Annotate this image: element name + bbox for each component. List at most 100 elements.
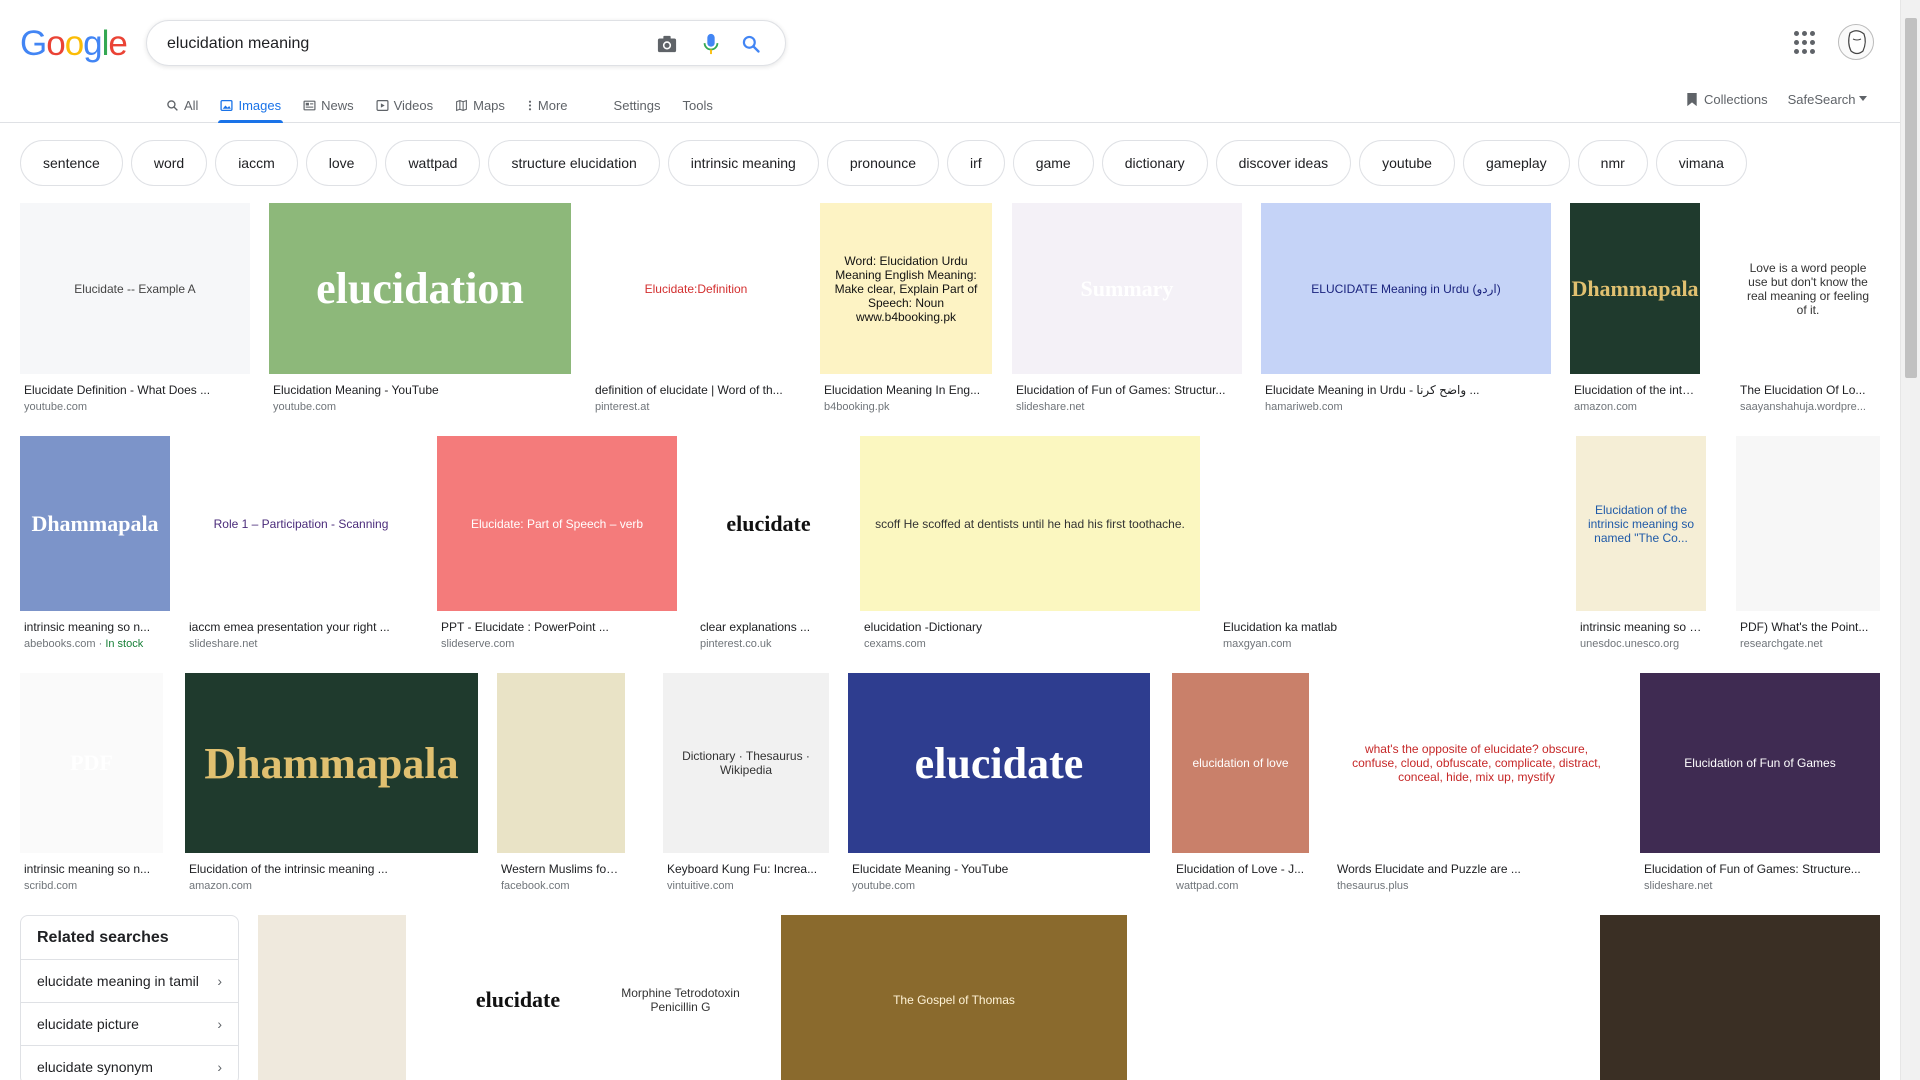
image-result[interactable]: elucidation of love Elucidation of Love -…	[1172, 673, 1309, 893]
result-thumbnail[interactable]: Dhammapala	[1570, 203, 1700, 374]
image-result[interactable]: elucidation Elucidation Meaning - YouTube…	[269, 203, 571, 414]
result-thumbnail[interactable]: Elucidate -- Example A	[20, 203, 250, 374]
result-title[interactable]: clear explanations ...	[700, 620, 837, 634]
result-thumbnail[interactable]: Dhammapala	[185, 673, 478, 853]
refinement-chip[interactable]: gameplay	[1462, 140, 1570, 186]
result-thumbnail[interactable]	[258, 915, 406, 1080]
result-title[interactable]: Elucidation Meaning - YouTube	[273, 383, 567, 397]
image-result[interactable]: Elucidation of Fun of Games Elucidation o…	[1640, 673, 1880, 893]
image-result[interactable]: scoff He scoffed at dentists until he ha…	[860, 436, 1200, 651]
result-thumbnail[interactable]: scoff He scoffed at dentists until he ha…	[860, 436, 1200, 611]
image-result[interactable]: The Gospel of Thomas	[781, 915, 1127, 1080]
image-result[interactable]: Elucidate: Part of Speech – verb PPT - El…	[437, 436, 677, 651]
result-thumbnail[interactable]: elucidation	[269, 203, 571, 374]
result-thumbnail[interactable]: Morphine Tetrodotoxin Penicillin G	[598, 915, 763, 1080]
image-result[interactable]: Summary Elucidation of Fun of Games: Stru…	[1012, 203, 1242, 414]
result-title[interactable]: Elucidation ka matlab	[1223, 620, 1567, 634]
refinement-chip[interactable]: game	[1012, 140, 1094, 186]
result-title[interactable]: intrinsic meaning so n...	[1580, 620, 1702, 634]
image-result[interactable]: Western Muslims for E... facebook.com	[497, 673, 625, 893]
result-title[interactable]: PDF) What's the Point...	[1740, 620, 1876, 634]
result-title[interactable]: Words Elucidate and Puzzle are ...	[1337, 862, 1616, 876]
page-scrollbar[interactable]	[1900, 0, 1920, 1080]
result-thumbnail[interactable]: Summary	[1012, 203, 1242, 374]
result-thumbnail[interactable]: Elucidate:Definition	[591, 203, 801, 374]
refinement-chip[interactable]: word	[130, 140, 208, 186]
result-title[interactable]: Elucidation Meaning In Eng...	[824, 383, 988, 397]
image-result[interactable]: Elucidation of the intrinsic meaning so …	[1576, 436, 1706, 651]
search-box[interactable]	[146, 20, 786, 66]
refinement-chip[interactable]: vimana	[1655, 140, 1747, 186]
image-result[interactable]: Elucidate -- Example A Elucidate Definiti…	[20, 203, 250, 414]
image-result[interactable]: what's the opposite of elucidate? obscur…	[1333, 673, 1620, 893]
related-search-item[interactable]: elucidate meaning in tamil ›	[21, 960, 238, 1003]
apps-grid-icon[interactable]	[1794, 31, 1818, 55]
result-thumbnail[interactable]: elucidation of love	[1172, 673, 1309, 853]
refinement-chip[interactable]: wattpad	[385, 140, 481, 186]
result-title[interactable]: Elucidation of Fun of Games: Structur...	[1016, 383, 1238, 397]
tab-images[interactable]: Images	[218, 88, 283, 123]
result-thumbnail[interactable]: what's the opposite of elucidate? obscur…	[1333, 673, 1620, 853]
image-result[interactable]: Elucidate:Definition definition of elucid…	[591, 203, 801, 414]
refinement-chip[interactable]: irf	[947, 140, 1005, 186]
result-thumbnail[interactable]: Love is a word people use but don't know…	[1736, 203, 1880, 374]
refinement-chip[interactable]: dictionary	[1101, 140, 1208, 186]
image-result[interactable]: Dhammapala Elucidation of the intri... ama…	[1570, 203, 1700, 414]
image-result[interactable]: PDF) What's the Point... researchgate.net	[1736, 436, 1880, 651]
result-title[interactable]: PPT - Elucidate : PowerPoint ...	[441, 620, 673, 634]
result-thumbnail[interactable]	[1736, 436, 1880, 611]
result-title[interactable]: elucidation -Dictionary	[864, 620, 1196, 634]
refinement-chip[interactable]: intrinsic meaning	[667, 140, 819, 186]
result-thumbnail[interactable]: elucidate	[457, 915, 579, 1080]
result-thumbnail[interactable]: elucidate	[848, 673, 1150, 853]
image-result[interactable]: Role 1 – Participation - Scanning iaccm e…	[185, 436, 417, 651]
image-result[interactable]: elucidate clear explanations ... pinterest…	[696, 436, 841, 651]
result-title[interactable]: Elucidation of the intri...	[1574, 383, 1696, 397]
result-title[interactable]: Elucidation of Fun of Games: Structure..…	[1644, 862, 1876, 876]
result-title[interactable]: Elucidate Definition - What Does ...	[24, 383, 246, 397]
result-thumbnail[interactable]: Elucidation of Fun of Games	[1640, 673, 1880, 853]
image-result[interactable]: Love is a word people use but don't know…	[1736, 203, 1880, 414]
result-thumbnail[interactable]: The Gospel of Thomas	[781, 915, 1127, 1080]
result-title[interactable]: Elucidate Meaning - YouTube	[852, 862, 1146, 876]
result-title[interactable]: iaccm emea presentation your right ...	[189, 620, 413, 634]
image-result[interactable]	[1316, 915, 1578, 1080]
result-title[interactable]: Elucidation of Love - J...	[1176, 862, 1305, 876]
search-input[interactable]	[167, 33, 627, 55]
image-result[interactable]: Elucidation ka matlab maxgyan.com	[1219, 436, 1571, 651]
scrollbar-thumb[interactable]	[1905, 18, 1917, 378]
result-thumbnail[interactable]: PDF	[20, 673, 163, 853]
image-result[interactable]: PDF intrinsic meaning so n... scribd.com	[20, 673, 163, 893]
image-result[interactable]: Dhammapala intrinsic meaning so n... abebo…	[20, 436, 170, 651]
result-title[interactable]: intrinsic meaning so n...	[24, 620, 166, 634]
refinement-chip[interactable]: iaccm	[215, 140, 298, 186]
image-result[interactable]: Dhammapala Elucidation of the intrinsic m…	[185, 673, 478, 893]
result-title[interactable]: intrinsic meaning so n...	[24, 862, 159, 876]
image-result[interactable]: Word: Elucidation Urdu Meaning English M…	[820, 203, 992, 414]
mic-icon[interactable]	[699, 32, 723, 56]
result-thumbnail[interactable]: elucidate	[696, 436, 841, 611]
tab-settings[interactable]: Settings	[614, 88, 661, 123]
result-title[interactable]: definition of elucidate | Word of th...	[595, 383, 797, 397]
refinement-chip[interactable]: nmr	[1577, 140, 1648, 186]
image-result[interactable]	[258, 915, 406, 1080]
refinement-chip[interactable]: structure elucidation	[488, 140, 660, 186]
result-thumbnail[interactable]: Word: Elucidation Urdu Meaning English M…	[820, 203, 992, 374]
result-title[interactable]: Keyboard Kung Fu: Increa...	[667, 862, 825, 876]
image-result[interactable]: elucidate Elucidate Meaning - YouTube yout…	[848, 673, 1150, 893]
tab-tools[interactable]: Tools	[683, 88, 713, 123]
refinement-chip[interactable]: youtube	[1359, 140, 1455, 186]
image-result[interactable]	[1600, 915, 1880, 1080]
tab-videos[interactable]: Videos	[376, 88, 433, 123]
image-result[interactable]: elucidate	[457, 915, 579, 1080]
result-thumbnail[interactable]: Elucidation of the intrinsic meaning so …	[1576, 436, 1706, 611]
result-thumbnail[interactable]: Role 1 – Participation - Scanning	[185, 436, 417, 611]
refinement-chip[interactable]: discover ideas	[1215, 140, 1352, 186]
collections-button[interactable]: Collections	[1686, 92, 1768, 107]
camera-icon[interactable]	[655, 32, 679, 56]
result-title[interactable]: Elucidation of the intrinsic meaning ...	[189, 862, 474, 876]
tab-more[interactable]: More	[527, 88, 568, 123]
result-thumbnail[interactable]	[1600, 915, 1880, 1080]
result-thumbnail[interactable]: Dhammapala	[20, 436, 170, 611]
image-result[interactable]: Dictionary · Thesaurus · Wikipedia Keyboa…	[663, 673, 829, 893]
